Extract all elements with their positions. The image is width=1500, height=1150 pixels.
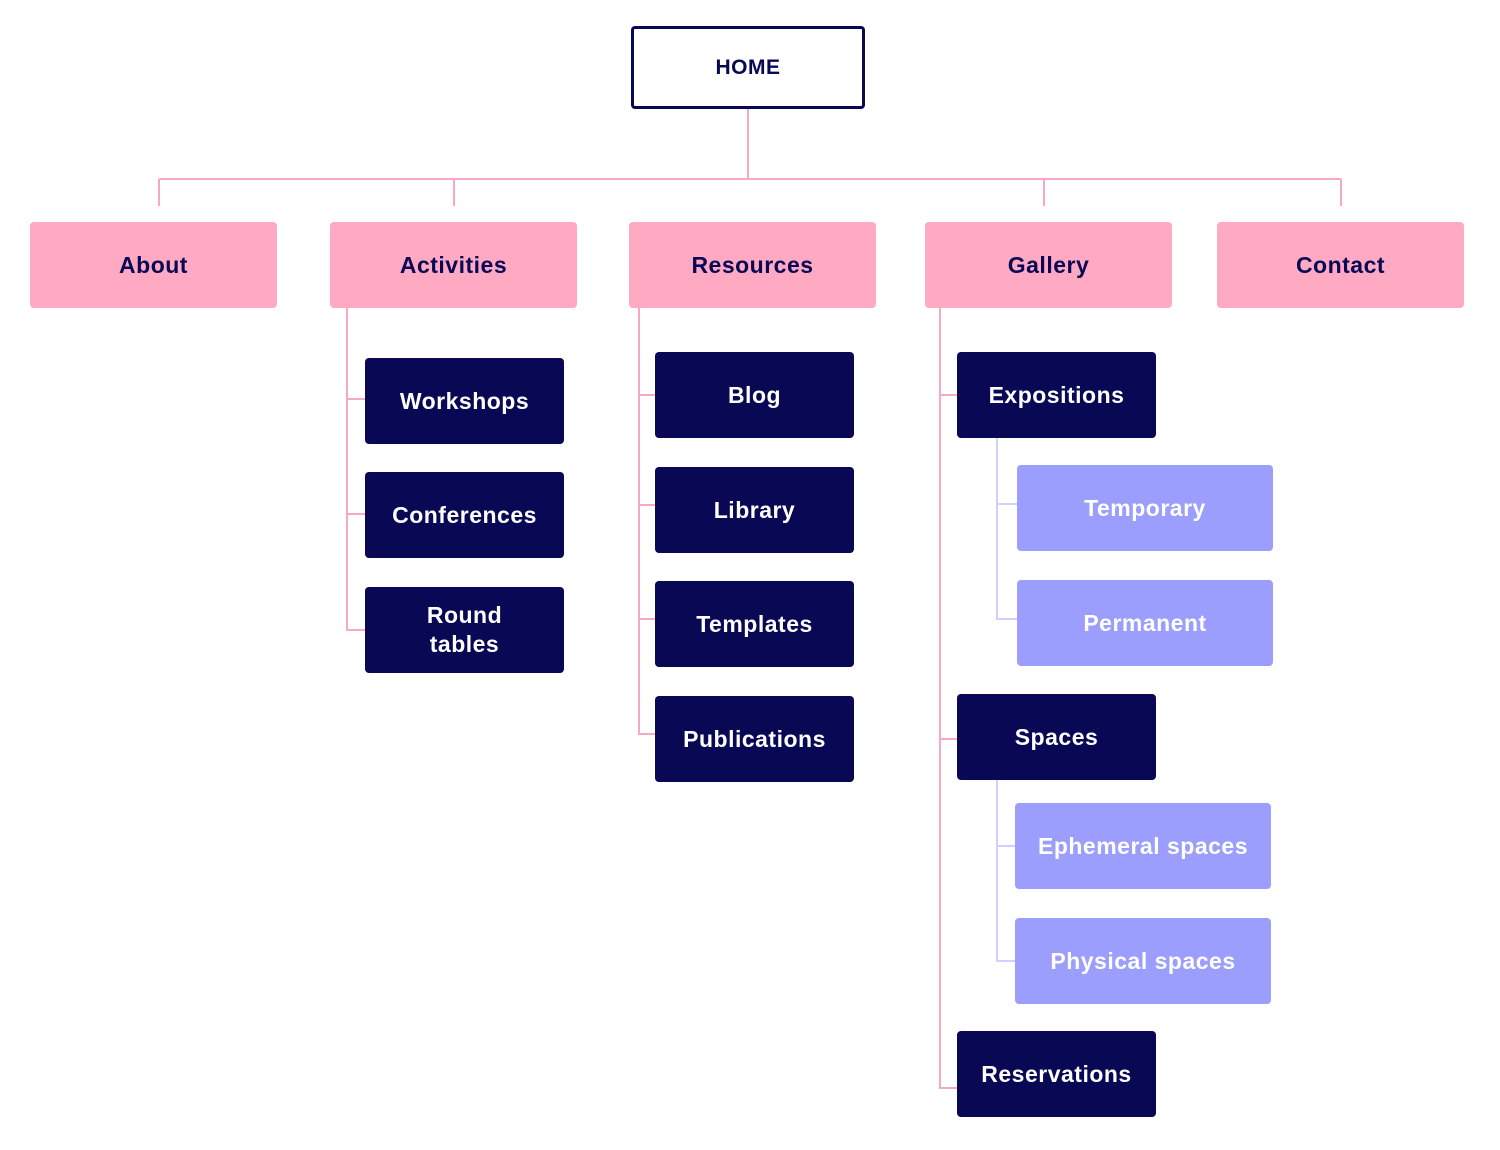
node-library[interactable]: Library — [655, 467, 854, 553]
node-templates[interactable]: Templates — [655, 581, 854, 667]
node-reservations[interactable]: Reservations — [957, 1031, 1156, 1117]
node-spaces[interactable]: Spaces — [957, 694, 1156, 780]
node-blog[interactable]: Blog — [655, 352, 854, 438]
node-publications[interactable]: Publications — [655, 696, 854, 782]
node-permanent[interactable]: Permanent — [1017, 580, 1273, 666]
node-resources[interactable]: Resources — [629, 222, 876, 308]
node-physical-spaces[interactable]: Physical spaces — [1015, 918, 1271, 1004]
node-ephemeral-spaces[interactable]: Ephemeral spaces — [1015, 803, 1271, 889]
node-home[interactable]: HOME — [631, 26, 865, 109]
connector-lines — [158, 109, 1342, 1089]
node-about[interactable]: About — [30, 222, 277, 308]
node-workshops[interactable]: Workshops — [365, 358, 564, 444]
node-round-tables[interactable]: Round tables — [365, 587, 564, 673]
node-gallery[interactable]: Gallery — [925, 222, 1172, 308]
node-contact[interactable]: Contact — [1217, 222, 1464, 308]
node-activities[interactable]: Activities — [330, 222, 577, 308]
node-expositions[interactable]: Expositions — [957, 352, 1156, 438]
node-temporary[interactable]: Temporary — [1017, 465, 1273, 551]
node-conferences[interactable]: Conferences — [365, 472, 564, 558]
